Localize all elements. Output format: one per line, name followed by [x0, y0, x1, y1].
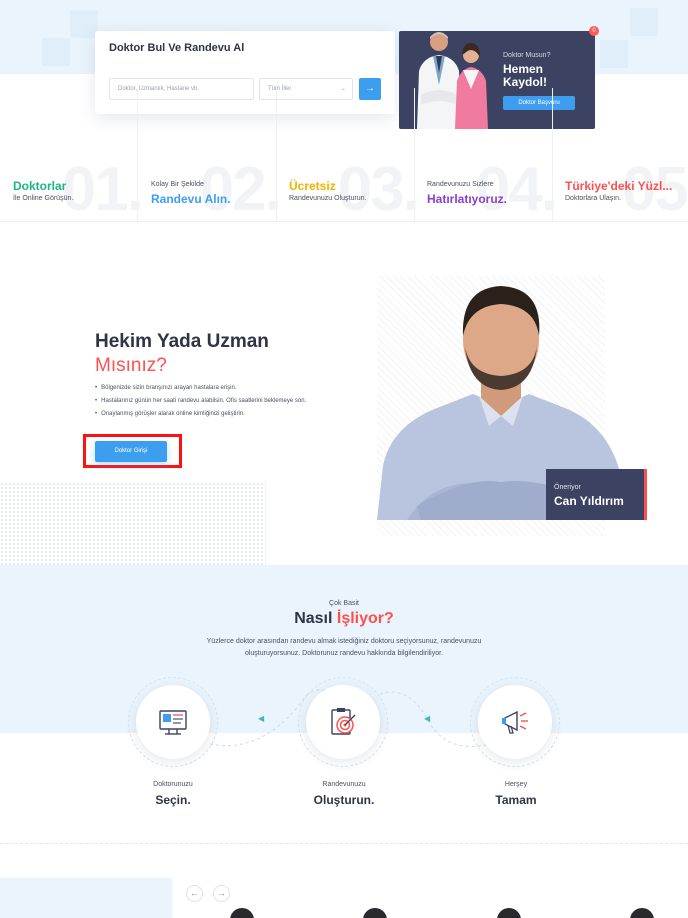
register-question: Doktor Musun? — [503, 52, 551, 59]
hekim-benefits-list: Bölgenizde sizin branşınızı arayan hasta… — [95, 382, 340, 421]
hekim-subtitle: Mısınız? — [95, 355, 167, 376]
how-title: Nasıl İşliyor? — [0, 610, 688, 628]
feature-item-appointment: 02. Kolay Bir Şekilde Randevu Alın. — [138, 150, 282, 224]
notification-badge[interactable]: 0 — [589, 26, 599, 36]
feature-number: 03. — [337, 155, 420, 224]
doctor-avatar[interactable] — [230, 908, 254, 918]
step-create-appointment — [306, 685, 380, 759]
feature-item-reminder: 04. Randevunuzu Sizlere Hatırlatıyoruz. — [414, 150, 558, 224]
feature-text: Randevunuzu Oluşturun. — [289, 195, 367, 202]
step-title: Tamam — [495, 793, 537, 807]
section-divider — [0, 843, 688, 844]
megaphone-icon — [502, 710, 528, 734]
feature-item-doctors: 05. Türkiye'deki Yüzl... Doktorlara Ulaş… — [552, 150, 688, 220]
how-title-part-a: Nasıl — [294, 610, 333, 627]
register-headline: Hemen Kaydol! — [503, 62, 548, 89]
doctor-profile-icon — [159, 710, 187, 735]
doctor-avatar[interactable] — [630, 908, 654, 918]
recommend-label: Öneriyor — [554, 484, 581, 491]
feature-item-online: 01. Doktorlar İle Online Görüşün. — [0, 150, 144, 224]
feature-number: 04. — [475, 155, 558, 224]
feature-text: İle Online Görüşün. — [13, 195, 74, 202]
carousel-next-button[interactable]: → — [213, 885, 230, 902]
feature-text: Kolay Bir Şekilde — [151, 181, 204, 188]
doctor-avatar[interactable] — [363, 908, 387, 918]
list-item: Hastalarınız günün her saati randevu ala… — [95, 395, 340, 408]
arrow-left-icon: ◀ — [258, 714, 265, 723]
bottom-background — [0, 878, 172, 918]
accent-bar — [644, 469, 647, 520]
dotted-pattern — [0, 482, 266, 572]
how-description: Yüzlerce doktor arasından randevu almak … — [206, 638, 482, 657]
step-all-done — [478, 685, 552, 759]
list-item: Onaylanmış görüşler alarak online kimliğ… — [95, 408, 340, 421]
hekim-title: Hekim Yada Uzman — [95, 331, 269, 352]
recommendation-card: Öneriyor Can Yıldırım — [546, 469, 647, 520]
list-item: Bölgenizde sizin branşınızı arayan hasta… — [95, 382, 340, 395]
how-title-part-b: İşliyor? — [336, 610, 394, 627]
step-label: Herşey — [504, 781, 528, 788]
step-label: Doktorunuzu — [153, 781, 193, 788]
feature-title: Türkiye'deki Yüzl... — [565, 179, 673, 193]
step-choose-doctor — [136, 685, 210, 759]
search-title: Doktor Bul Ve Randevu Al — [109, 42, 245, 54]
step-title: Oluşturun. — [313, 793, 375, 807]
doctor-login-button[interactable]: Doktor Girişi — [95, 441, 167, 462]
arrow-left-icon: ◀ — [424, 714, 431, 723]
doctor-avatar[interactable] — [497, 908, 521, 918]
step-title: Seçin. — [155, 793, 191, 807]
feature-title: Hatırlatıyoruz. — [427, 192, 508, 206]
carousel-prev-button[interactable]: ← — [186, 885, 203, 902]
feature-title: Doktorlar — [13, 179, 67, 193]
recommend-name: Can Yıldırım — [554, 494, 624, 508]
how-small-title: Çok Basit — [329, 600, 359, 607]
feature-title: Randevu Alın. — [151, 192, 231, 206]
feature-text: Doktorlara Ulaşın. — [565, 195, 622, 202]
feature-title: Ücretsiz — [289, 179, 336, 193]
feature-number: 01. — [61, 155, 144, 224]
step-label: Randevunuzu — [322, 781, 366, 788]
feature-number: 02. — [199, 155, 282, 224]
clipboard-target-icon — [331, 708, 356, 735]
feature-item-free: 03. Ücretsiz Randevunuzu Oluşturun. — [276, 150, 420, 224]
feature-text: Randevunuzu Sizlere — [427, 181, 494, 188]
